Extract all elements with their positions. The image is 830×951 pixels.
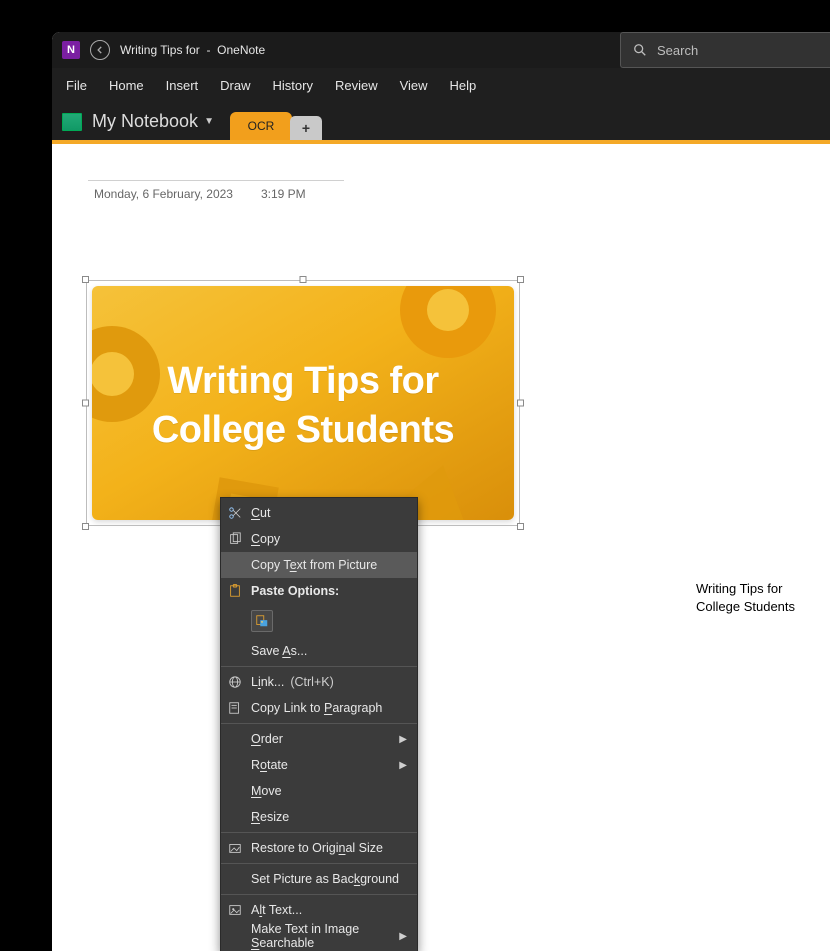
ctx-restore-original-size[interactable]: Restore to Original Size Restore to Orig… bbox=[221, 835, 417, 861]
search-icon bbox=[633, 43, 647, 57]
context-menu: Cut Cut Copy Copy Copy Text from Picture… bbox=[220, 497, 418, 951]
ctx-make-text-searchable[interactable]: Make Text in Image Searchable ▶ Make Tex… bbox=[221, 923, 417, 949]
add-tab-button[interactable]: + bbox=[290, 116, 322, 140]
ctx-copy-link-to-paragraph[interactable]: Copy Link to Paragraph Copy Link to Para… bbox=[221, 695, 417, 721]
separator bbox=[221, 863, 417, 864]
page-date: Monday, 6 February, 2023 bbox=[94, 187, 233, 201]
ctx-paste-options-header: Paste Options: bbox=[221, 578, 417, 604]
paste-keep-source-button[interactable] bbox=[251, 610, 273, 632]
menu-file[interactable]: File bbox=[66, 78, 87, 93]
link-icon bbox=[227, 674, 243, 690]
plus-icon: + bbox=[302, 120, 310, 136]
decor-ring-icon bbox=[400, 286, 496, 358]
ctx-rotate[interactable]: Rotate ▶ Rotate bbox=[221, 752, 417, 778]
resize-handle-sw[interactable] bbox=[82, 523, 89, 530]
ctx-paste-option-row bbox=[221, 604, 417, 638]
titlebar: N Writing Tips for - OneNote Search bbox=[52, 32, 830, 68]
page-canvas[interactable]: Monday, 6 February, 2023 3:19 PM Writing… bbox=[52, 144, 830, 951]
resize-handle-e[interactable] bbox=[517, 400, 524, 407]
tab-label: OCR bbox=[248, 119, 275, 133]
resize-handle-w[interactable] bbox=[82, 400, 89, 407]
chevron-right-icon: ▶ bbox=[399, 760, 407, 771]
paste-picture-icon bbox=[255, 614, 269, 628]
ctx-move[interactable]: Move Move bbox=[221, 778, 417, 804]
ctx-copy-text-from-picture[interactable]: Copy Text from Picture Copy Text from Pi… bbox=[221, 552, 417, 578]
scissors-icon bbox=[227, 505, 243, 521]
menu-review[interactable]: Review bbox=[335, 78, 378, 93]
ctx-copy[interactable]: Copy Copy bbox=[221, 526, 417, 552]
selected-image[interactable]: Writing Tips forCollege Students bbox=[82, 276, 524, 530]
resize-handle-se[interactable] bbox=[517, 523, 524, 530]
separator bbox=[221, 723, 417, 724]
title-underline bbox=[88, 180, 344, 181]
tab-bar: My Notebook ▼ OCR + bbox=[52, 102, 830, 140]
menu-draw[interactable]: Draw bbox=[220, 78, 250, 93]
hero-image: Writing Tips forCollege Students bbox=[92, 286, 514, 520]
copy-icon bbox=[227, 531, 243, 547]
ctx-resize[interactable]: Resize Resize bbox=[221, 804, 417, 830]
tab-ocr[interactable]: OCR bbox=[230, 112, 292, 140]
chevron-down-icon: ▼ bbox=[204, 116, 214, 127]
notebook-selector[interactable]: My Notebook ▼ bbox=[60, 111, 224, 140]
decor-crescent-icon bbox=[92, 326, 160, 422]
clipboard-icon bbox=[227, 583, 243, 599]
chevron-right-icon: ▶ bbox=[399, 734, 407, 745]
ctx-order[interactable]: Order ▶ Order bbox=[221, 726, 417, 752]
onenote-logo-icon: N bbox=[62, 41, 80, 59]
chevron-right-icon: ▶ bbox=[399, 931, 407, 942]
ctx-save-as[interactable]: Save As... Save As... bbox=[221, 638, 417, 664]
page-time: 3:19 PM bbox=[261, 187, 306, 201]
page-title-area[interactable]: Monday, 6 February, 2023 3:19 PM bbox=[88, 180, 344, 201]
menu-help[interactable]: Help bbox=[450, 78, 477, 93]
resize-handle-nw[interactable] bbox=[82, 276, 89, 283]
app-window: N Writing Tips for - OneNote Search File… bbox=[52, 32, 830, 951]
restore-size-icon bbox=[227, 840, 243, 856]
hero-image-text: Writing Tips forCollege Students bbox=[152, 351, 454, 456]
menubar: File Home Insert Draw History Review Vie… bbox=[52, 68, 830, 102]
arrow-left-icon bbox=[95, 45, 105, 55]
separator bbox=[221, 832, 417, 833]
resize-handle-ne[interactable] bbox=[517, 276, 524, 283]
ctx-cut[interactable]: Cut Cut bbox=[221, 500, 417, 526]
window-title: Writing Tips for - OneNote bbox=[120, 43, 265, 57]
extracted-text-block[interactable]: Writing Tips forCollege Students bbox=[696, 580, 795, 615]
search-placeholder: Search bbox=[657, 43, 698, 58]
ctx-alt-text[interactable]: Alt Text... Alt Text... bbox=[221, 897, 417, 923]
notebook-icon bbox=[62, 113, 82, 131]
notebook-label: My Notebook bbox=[92, 111, 198, 132]
separator bbox=[221, 666, 417, 667]
alt-text-icon bbox=[227, 902, 243, 918]
menu-view[interactable]: View bbox=[400, 78, 428, 93]
separator bbox=[221, 894, 417, 895]
resize-handle-n[interactable] bbox=[300, 276, 307, 283]
ctx-set-picture-as-background[interactable]: Set Picture as Background Set Picture as… bbox=[221, 866, 417, 892]
search-input[interactable]: Search bbox=[620, 32, 830, 68]
menu-insert[interactable]: Insert bbox=[166, 78, 199, 93]
ctx-link[interactable]: Link...(Ctrl+K) Link... bbox=[221, 669, 417, 695]
back-button[interactable] bbox=[90, 40, 110, 60]
menu-home[interactable]: Home bbox=[109, 78, 144, 93]
menu-history[interactable]: History bbox=[273, 78, 313, 93]
paragraph-link-icon bbox=[227, 700, 243, 716]
